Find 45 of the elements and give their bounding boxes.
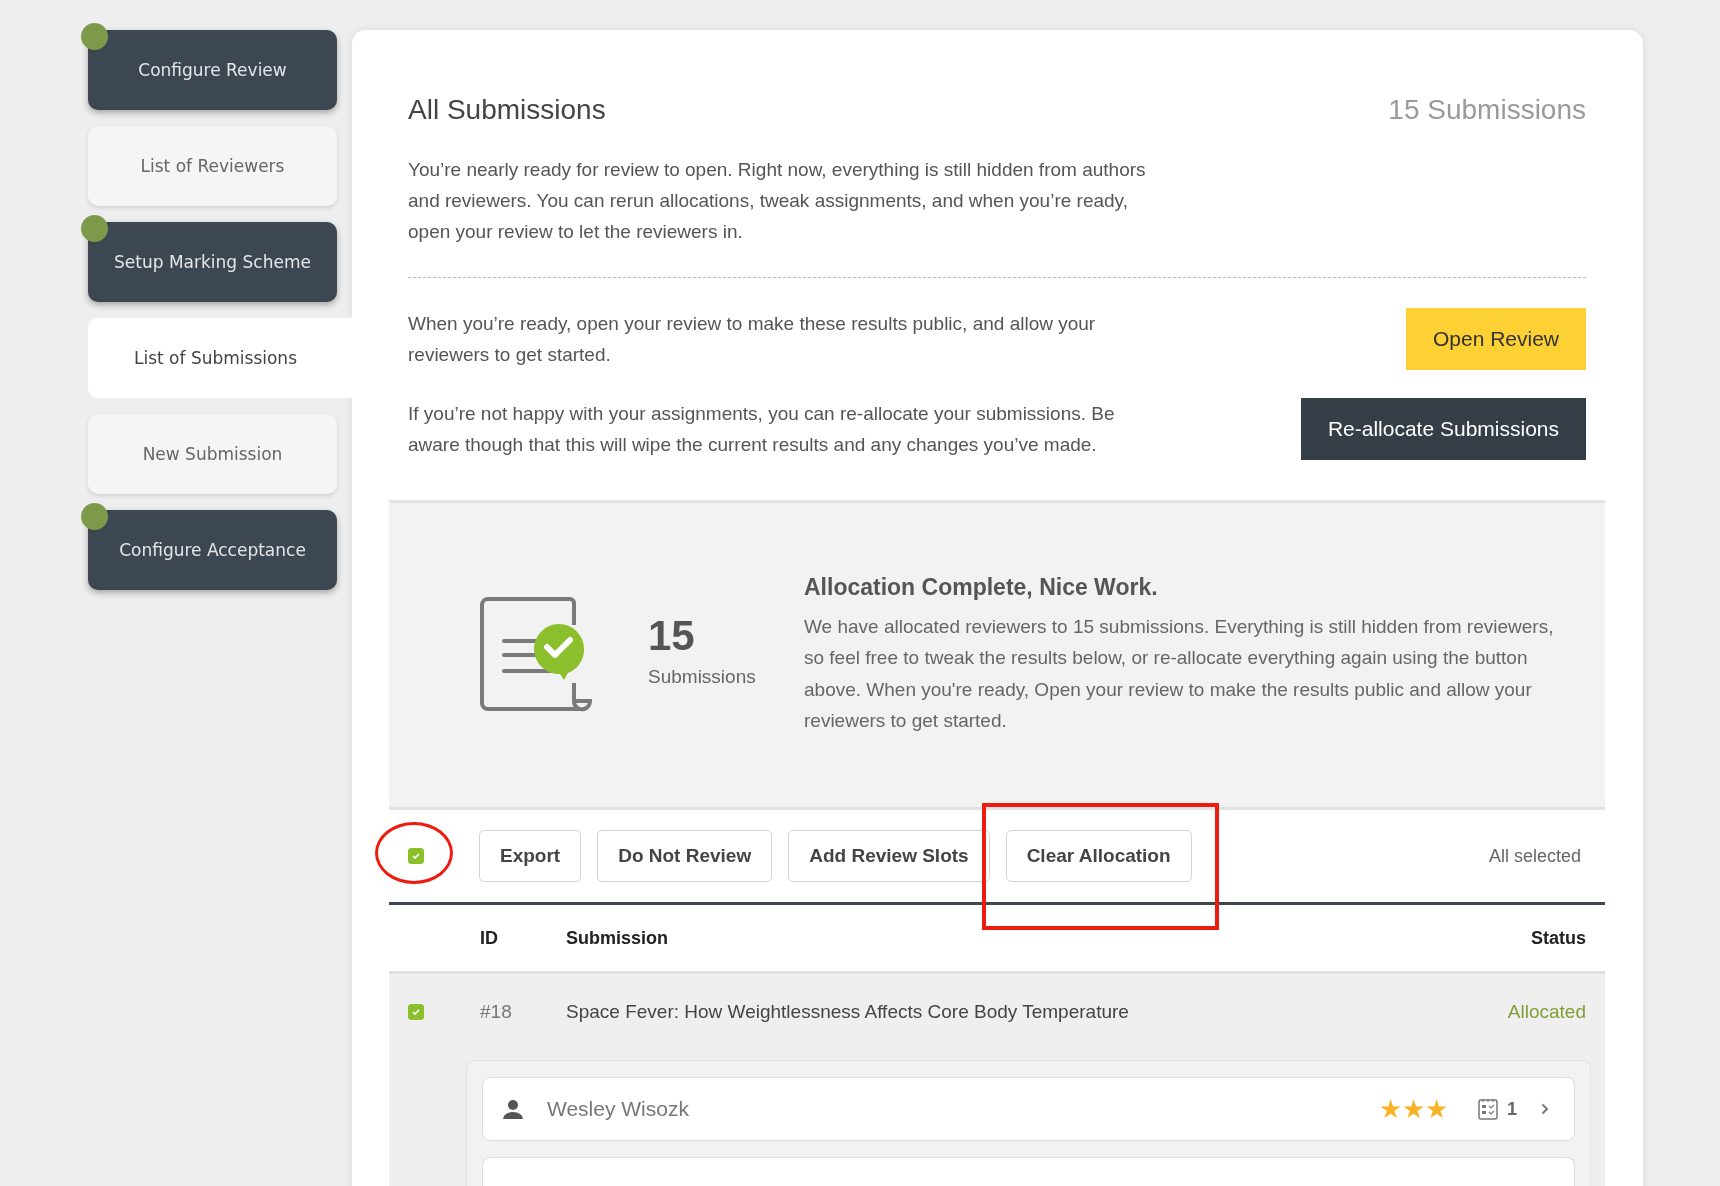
completed-dot-icon <box>81 215 108 242</box>
open-review-button[interactable]: Open Review <box>1405 308 1586 370</box>
reviewer-card[interactable]: Wesley Wisozk ★★★ 1 <box>482 1077 1575 1141</box>
reviewer-card[interactable] <box>482 1157 1575 1186</box>
summary-text: We have allocated reviewers to 15 submissions. Everything is still hidden from reviewers, so feel free to tweak the results below, or re-allocate everything again using the button above. When you're ready, Open your review to make the results public and allow your reviewers to get started. <box>804 614 1555 733</box>
review-count: 1 <box>1507 1098 1517 1120</box>
sidebar-item[interactable]: Setup Marking Scheme <box>88 222 337 302</box>
selection-status: All selected <box>1488 845 1581 867</box>
sidebar-item[interactable]: List of Submissions <box>88 318 352 398</box>
submission-unit: Submissions <box>648 666 757 688</box>
column-header: ID <box>480 927 499 949</box>
sidebar-item[interactable]: Configure Review <box>88 30 337 110</box>
action-description: If you’re not happy with your assignments, you can re-allocate your submissions. Be aware though that this will wipe the current results and any changes you’ve made. <box>408 402 1116 457</box>
toolbar-button[interactable]: Do Not Review <box>597 830 773 882</box>
submission-status: Allocated <box>1507 1001 1586 1023</box>
submission-title[interactable]: Space Fever: How Weightlessness Affects Core Body Temperature <box>566 1001 1508 1023</box>
star-icon: ★ <box>1402 1096 1425 1122</box>
page-title: All Submissions <box>408 94 606 126</box>
toolbar-button[interactable]: Clear Allocation <box>1005 830 1192 882</box>
chevron-right-icon[interactable] <box>1541 1103 1549 1115</box>
select-all-checkbox[interactable] <box>408 848 424 864</box>
submission-number: 15 <box>648 612 696 660</box>
sidebar-item[interactable]: List of Reviewers <box>88 126 337 206</box>
reviewer-name: Wesley Wisozk <box>547 1097 690 1121</box>
person-icon <box>503 1099 523 1119</box>
star-icon: ★ <box>1379 1096 1402 1122</box>
column-header: Status <box>1531 927 1586 949</box>
column-header: Submission <box>566 927 669 949</box>
submission-count: 15 Submissions <box>1388 94 1586 126</box>
checklist-icon <box>1478 1098 1498 1120</box>
completed-dot-icon <box>81 23 108 50</box>
submission-id: #18 <box>480 1001 513 1023</box>
star-icon: ★ <box>1425 1096 1448 1122</box>
completed-dot-icon <box>81 503 108 530</box>
intro-text: You’re nearly ready for review to open. Right now, everything is still hidden from authors and reviewers. You can rerun allocations, tweak assignments, and when you’re ready, open your review to let the reviewers in. <box>408 158 1147 244</box>
checkmark-icon <box>411 1007 421 1017</box>
checkmark-icon <box>411 851 421 861</box>
action-description: When you’re ready, open your review to make these results public, and allow your reviewers to get started. <box>408 312 1097 367</box>
reallocate-button[interactable]: Re-allocate Submissions <box>1300 398 1586 460</box>
row-checkbox[interactable] <box>408 1004 424 1020</box>
toolbar-button[interactable]: Add Review Slots <box>788 830 990 882</box>
toolbar-button[interactable]: Export <box>479 830 582 882</box>
summary-heading: Allocation Complete, Nice Work. <box>804 573 1159 601</box>
sidebar-item[interactable]: New Submission <box>88 414 337 494</box>
sidebar-item[interactable]: Configure Acceptance <box>88 510 337 590</box>
